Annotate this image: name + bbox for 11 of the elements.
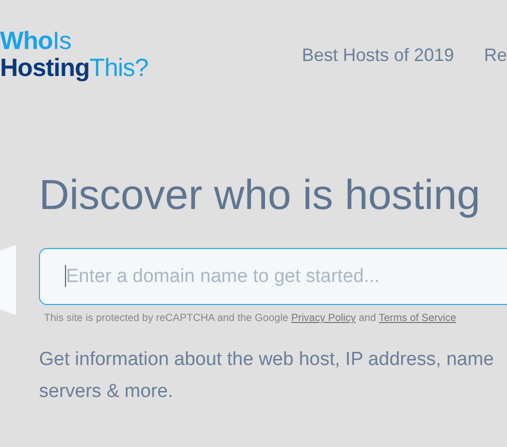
card-edge: [0, 245, 16, 315]
terms-of-service-link[interactable]: Terms of Service: [378, 313, 456, 324]
recaptcha-notice: This site is protected by reCAPTCHA and the Google Privacy Policy and Terms of Service: [44, 313, 458, 324]
privacy-policy-link[interactable]: Privacy Policy: [291, 313, 356, 324]
nav-link[interactable]: Re: [484, 44, 507, 66]
domain-search-field[interactable]: Enter a domain name to get started...: [39, 248, 507, 305]
hero-heading: Discover who is hosting: [39, 171, 482, 219]
logo[interactable]: WhoIs HostingThis?: [0, 28, 302, 82]
description: Get information about the web host, IP address, name servers & more.: [39, 348, 495, 404]
text-caret: [65, 265, 66, 287]
nav-link[interactable]: Best Hosts of 2019: [302, 44, 454, 66]
